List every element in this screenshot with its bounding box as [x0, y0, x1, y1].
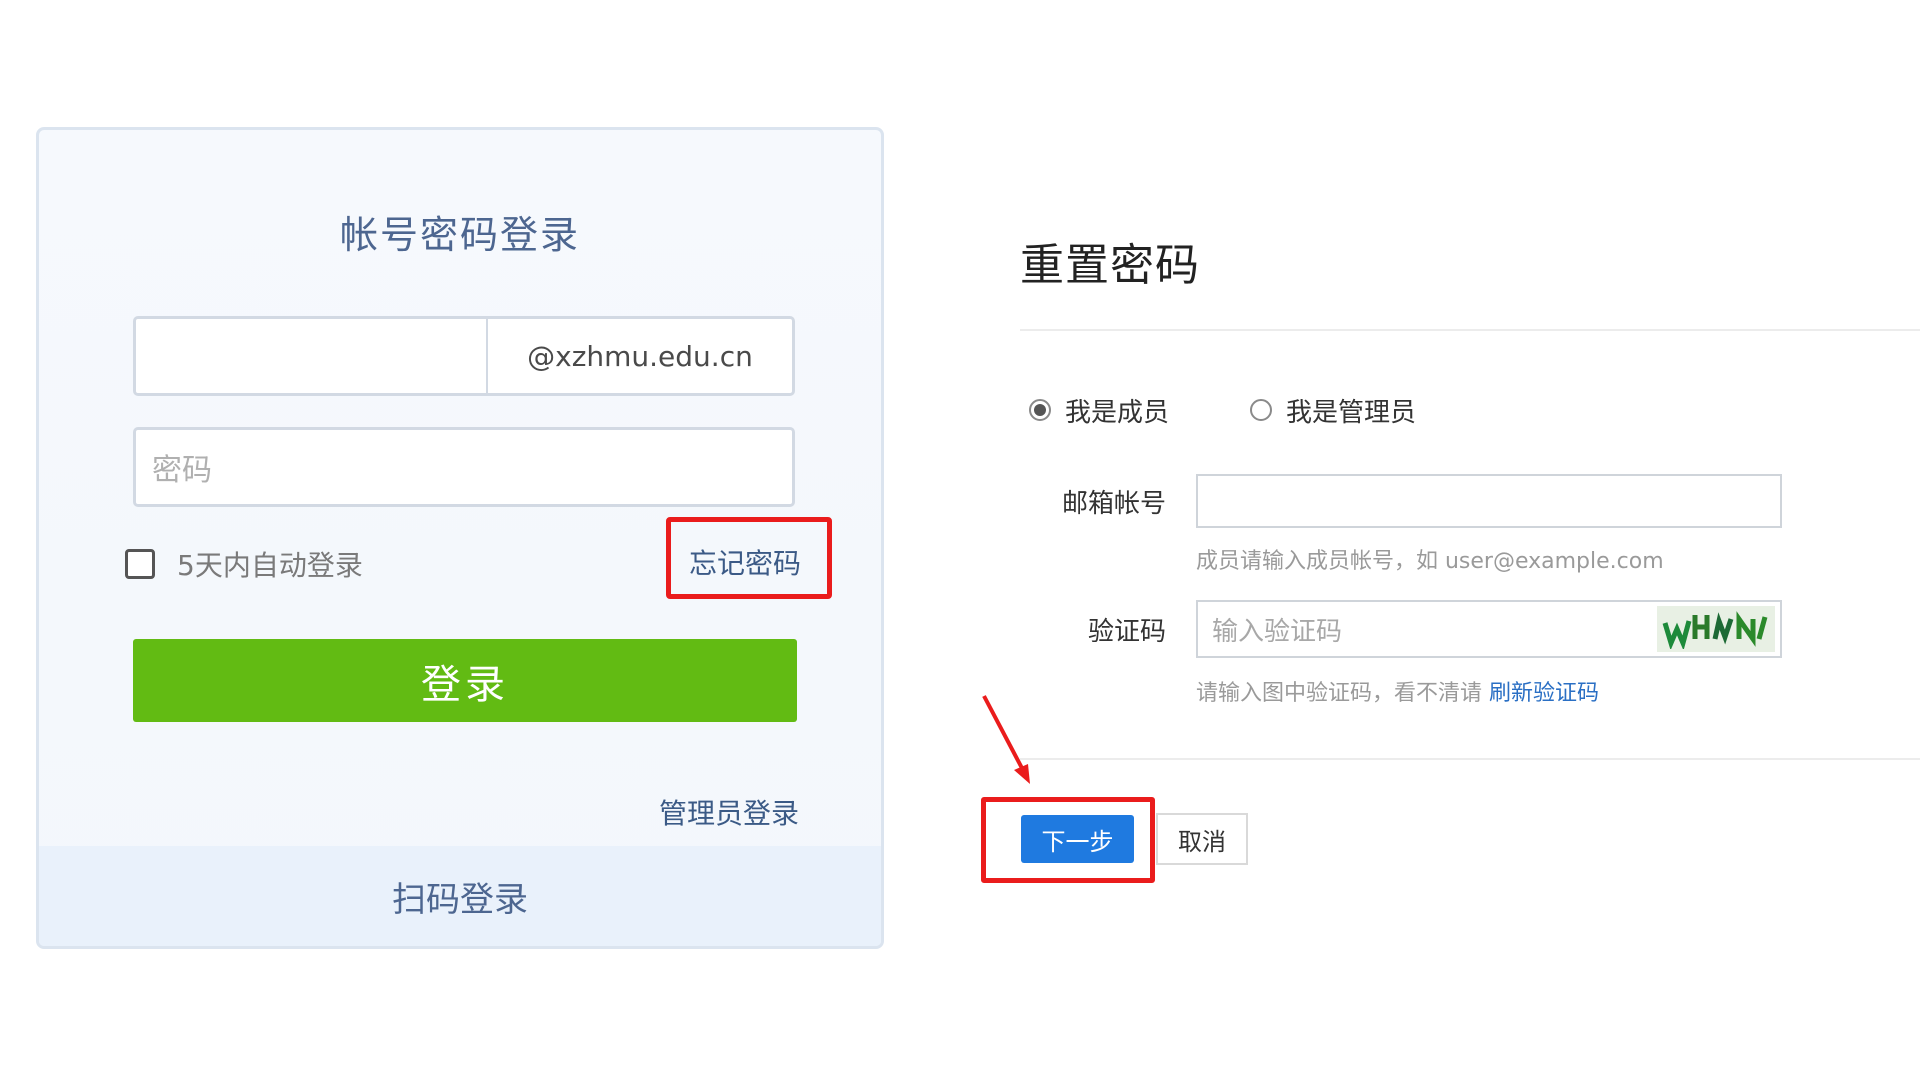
captcha-placeholder: 输入验证码 [1212, 616, 1343, 647]
divider-bottom [1020, 758, 1920, 760]
account-field: @xzhmu.edu.cn [133, 316, 795, 396]
captcha-hint-text: 请输入图中验证码，看不清请 [1196, 681, 1483, 706]
role-admin-radio[interactable] [1250, 399, 1272, 421]
account-input[interactable] [136, 319, 488, 393]
auto-login-checkbox[interactable] [125, 549, 155, 579]
captcha-hint: 请输入图中验证码，看不清请 刷新验证码 [1196, 675, 1599, 707]
qr-login-tab[interactable]: 扫码登录 [39, 846, 881, 946]
refresh-captcha-link[interactable]: 刷新验证码 [1489, 681, 1599, 706]
email-hint: 成员请输入成员帐号，如 user@example.com [1196, 549, 1664, 574]
email-input[interactable] [1196, 474, 1782, 528]
captcha-input[interactable]: 输入验证码 [1196, 600, 1782, 658]
domain-suffix: @xzhmu.edu.cn [527, 339, 753, 373]
admin-login-link[interactable]: 管理员登录 [659, 792, 799, 832]
cancel-button[interactable]: 取消 [1156, 813, 1248, 865]
password-input[interactable]: 密码 [133, 427, 795, 507]
auto-login-label: 5天内自动登录 [177, 549, 363, 582]
captcha-glyphs-icon [1662, 611, 1768, 649]
email-label: 邮箱帐号 [1061, 489, 1166, 519]
login-title: 帐号密码登录 [339, 213, 580, 257]
red-arrow-icon [982, 695, 1030, 784]
captcha-image[interactable] [1657, 606, 1775, 652]
forgot-password-highlight-box [666, 517, 832, 599]
reset-title: 重置密码 [1020, 240, 1200, 291]
captcha-label: 验证码 [1087, 617, 1166, 647]
role-member-option[interactable]: 我是成员 [1029, 390, 1169, 430]
auto-login-option[interactable]: 5天内自动登录 [125, 544, 363, 584]
role-member-label: 我是成员 [1065, 397, 1170, 428]
divider-top [1020, 329, 1920, 331]
login-button[interactable]: 登录 [133, 639, 797, 722]
role-admin-label: 我是管理员 [1286, 397, 1417, 428]
page: 帐号密码登录 @xzhmu.edu.cn 密码 5天内自动登录 忘记密码 登录 … [0, 0, 1920, 1078]
next-step-highlight-box [981, 797, 1155, 883]
role-member-radio[interactable] [1029, 399, 1051, 421]
role-admin-option[interactable]: 我是管理员 [1250, 390, 1416, 430]
password-placeholder: 密码 [152, 453, 212, 488]
